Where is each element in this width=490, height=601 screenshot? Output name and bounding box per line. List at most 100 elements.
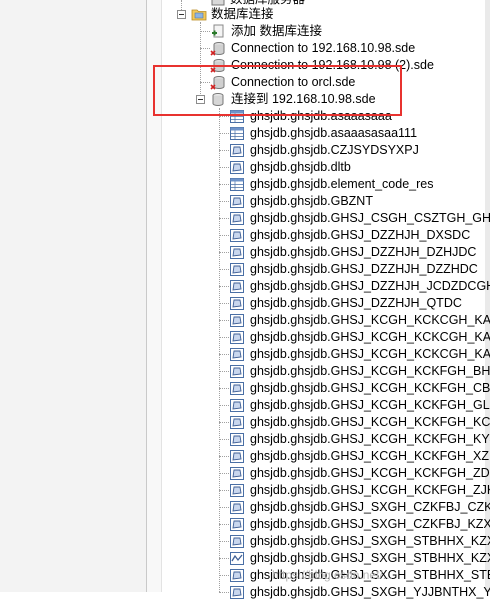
tree-node-label: ghsjdb.ghsjdb.GHSJ_KCGH_KCKFGH_ZDKC [250, 466, 490, 480]
tree-node-label: ghsjdb.ghsjdb.GHSJ_KCGH_KCKFGH_GLKC [250, 398, 490, 412]
tree-connector-line [219, 592, 229, 593]
tree-connector-line [219, 184, 229, 185]
tree-connector-line [219, 201, 229, 202]
polygon-feature-class-icon [230, 484, 244, 497]
tree-node-label: ghsjdb.ghsjdb.GBZNT [250, 194, 373, 208]
tree-node-feature-class[interactable]: ghsjdb.ghsjdb.GHSJ_KCGH_KCKFGH_KYJJQ [210, 431, 490, 448]
disconnected-db-icon [210, 42, 225, 56]
polygon-feature-class-icon [230, 314, 244, 327]
tree-node-feature-class[interactable]: ghsjdb.ghsjdb.GHSJ_SXGH_STBHHX_KZX_ [210, 550, 490, 567]
tree-node-feature-class[interactable]: ghsjdb.ghsjdb.GHSJ_SXGH_YJJBNTHX_YJJ [210, 584, 490, 601]
polygon-feature-class-icon [230, 399, 244, 412]
tree-node-label: ghsjdb.ghsjdb.GHSJ_KCGH_KCKFGH_KCGH [250, 415, 490, 429]
tree-node-label: ghsjdb.ghsjdb.asaaasasaa111 [250, 126, 418, 140]
tree-node-label: ghsjdb.ghsjdb.dltb [250, 160, 351, 174]
polygon-feature-class-icon [230, 569, 244, 582]
tree-node-feature-class[interactable]: ghsjdb.ghsjdb.GHSJ_SXGH_STBHHX_KZX_ [210, 533, 490, 550]
tree-node-feature-class[interactable]: ghsjdb.ghsjdb.GHSJ_KCGH_KCKFGH_ZJKC [210, 482, 490, 499]
tree-connector-line [219, 269, 229, 270]
tree-node-label: ghsjdb.ghsjdb.GHSJ_KCGH_KCKFGH_CBQ [250, 381, 490, 395]
tree-node-feature-class[interactable]: ghsjdb.ghsjdb.GHSJ_KCGH_KCKCGH_KAN [210, 346, 490, 363]
tree-node-feature-class[interactable]: ghsjdb.ghsjdb.GHSJ_KCGH_KCKFGH_ZDKC [210, 465, 490, 482]
tree-node-label: Connection to 192.168.10.98.sde [231, 41, 416, 55]
tree-connector-line [219, 150, 229, 151]
table-icon [230, 127, 244, 140]
tree-node-feature-class[interactable]: ghsjdb.ghsjdb.GHSJ_DZZHJH_DZHJDC [210, 244, 490, 261]
tree-connector-line [200, 31, 210, 32]
tree-node-feature-class[interactable]: ghsjdb.ghsjdb.GHSJ_DZZHJH_QTDC [210, 295, 490, 312]
tree-node-feature-class[interactable]: ghsjdb.ghsjdb.asaaasasaa111 [210, 125, 490, 142]
polygon-feature-class-icon [230, 263, 244, 276]
tree-connector-line [219, 490, 229, 491]
tree-node-feature-class[interactable]: ghsjdb.ghsjdb.element_code_res [210, 176, 490, 193]
tree-node-feature-class[interactable]: ghsjdb.ghsjdb.GHSJ_CSGH_CSZTGH_GHQ [210, 210, 490, 227]
tree-connector-line [219, 337, 229, 338]
tree-connector-line [219, 235, 229, 236]
polygon-feature-class-icon [230, 501, 244, 514]
tree-connector-line [219, 422, 229, 423]
tree-connector-line [219, 558, 229, 559]
polygon-feature-class-icon [230, 161, 244, 174]
tree-node-feature-class[interactable]: ghsjdb.ghsjdb.GHSJ_KCGH_KCKCGH_KAN [210, 312, 490, 329]
tree-node-label: ghsjdb.ghsjdb.GHSJ_CSGH_CSZTGH_GHQ [250, 211, 490, 225]
tree-node-label: ghsjdb.ghsjdb.GHSJ_KCGH_KCKCGH_KAN [250, 347, 490, 361]
tree-node-feature-class[interactable]: ghsjdb.ghsjdb.GHSJ_KCGH_KCKFGH_KCGH [210, 414, 490, 431]
tree-node-feature-class[interactable]: ghsjdb.ghsjdb.CZJSYDSYXPJ [210, 142, 490, 159]
tree-node-label: ghsjdb.ghsjdb.GHSJ_KCGH_KCKCGH_KAN [250, 313, 490, 327]
polygon-feature-class-icon [230, 212, 244, 225]
polygon-feature-class-icon [230, 467, 244, 480]
tree-node-label: 数据库连接 [211, 7, 274, 21]
folder-icon [191, 9, 207, 21]
tree-connector-line [219, 167, 229, 168]
tree-connector-line [219, 507, 229, 508]
tree-connector-line [219, 320, 229, 321]
tree-node-label: ghsjdb.ghsjdb.GHSJ_KCGH_KCKFGH_KYJJQ [250, 432, 490, 446]
collapse-toggle[interactable] [177, 10, 186, 19]
polygon-feature-class-icon [230, 195, 244, 208]
tree-node-connection[interactable]: Connection to 192.168.10.98.sde [191, 40, 451, 57]
tree-node-db-connections-folder[interactable]: 数据库连接 [172, 6, 372, 23]
tree-connector-line [219, 252, 229, 253]
polygon-feature-class-icon [230, 382, 244, 395]
tree-node-label: ghsjdb.ghsjdb.GHSJ_KCGH_KCKFGH_BHQ [250, 364, 490, 378]
polygon-feature-class-icon [230, 229, 244, 242]
tree-connector-line [219, 218, 229, 219]
tree-node-feature-class[interactable]: ghsjdb.ghsjdb.GHSJ_DZZHJH_JCDZDCGHC [210, 278, 490, 295]
tree-connector-line [200, 48, 210, 49]
table-icon [230, 178, 244, 191]
polygon-feature-class-icon [230, 586, 244, 599]
tree-connector-line [219, 303, 229, 304]
tree-node-label: ghsjdb.ghsjdb.GHSJ_DZZHJH_DXSDC [250, 228, 471, 242]
tree-node-label: ghsjdb.ghsjdb.GHSJ_SXGH_CZKFBJ_CZKFB [250, 500, 490, 514]
polygon-feature-class-icon [230, 535, 244, 548]
tree-node-feature-class[interactable]: ghsjdb.ghsjdb.GBZNT [210, 193, 490, 210]
polygon-feature-class-icon [230, 365, 244, 378]
tree-node-feature-class[interactable]: ghsjdb.ghsjdb.GHSJ_KCGH_KCKFGH_CBQ [210, 380, 490, 397]
polygon-feature-class-icon [230, 144, 244, 157]
tree-node-feature-class[interactable]: ghsjdb.ghsjdb.GHSJ_SXGH_CZKFBJ_CZKFB [210, 499, 490, 516]
tree-node-feature-class[interactable]: ghsjdb.ghsjdb.GHSJ_KCGH_KCKFGH_XZKC [210, 448, 490, 465]
tree-node-feature-class[interactable]: ghsjdb.ghsjdb.GHSJ_DZZHJH_DXSDC [210, 227, 490, 244]
tree-node-feature-class[interactable]: ghsjdb.ghsjdb.GHSJ_DZZHJH_DZZHDC [210, 261, 490, 278]
tree-connector-line [219, 541, 229, 542]
tree-node-label: ghsjdb.ghsjdb.GHSJ_SXGH_STBHHX_KZX_ [250, 534, 490, 548]
add-connection-icon [212, 24, 224, 38]
tree-connector-line [219, 133, 229, 134]
tree-node-feature-class[interactable]: ghsjdb.ghsjdb.GHSJ_SXGH_CZKFBJ_KZX_C [210, 516, 490, 533]
tree-connector-line [219, 575, 229, 576]
tree-node-label: ghsjdb.ghsjdb.GHSJ_DZZHJH_DZZHDC [250, 262, 478, 276]
tree-connector-line [219, 388, 229, 389]
tree-node-feature-class[interactable]: ghsjdb.ghsjdb.GHSJ_KCGH_KCKFGH_GLKC [210, 397, 490, 414]
polygon-feature-class-icon [230, 331, 244, 344]
tree-node-label: ghsjdb.ghsjdb.GHSJ_DZZHJH_DZHJDC [250, 245, 477, 259]
polygon-feature-class-icon [230, 348, 244, 361]
tree-node-feature-class[interactable]: ghsjdb.ghsjdb.GHSJ_KCGH_KCKCGH_KAN [210, 329, 490, 346]
tree-node-label: ghsjdb.ghsjdb.GHSJ_KCGH_KCKFGH_XZKC [250, 449, 490, 463]
tree-connector-line [219, 371, 229, 372]
tree-node-feature-class[interactable]: ghsjdb.ghsjdb.GHSJ_KCGH_KCKFGH_BHQ [210, 363, 490, 380]
tree-node-feature-class[interactable]: ghsjdb.ghsjdb.dltb [210, 159, 490, 176]
tree-connector-line [219, 473, 229, 474]
tree-node-add-connection[interactable]: 添加 数据库连接 [191, 23, 431, 40]
tree-node-label: ghsjdb.ghsjdb.GHSJ_DZZHJH_QTDC [250, 296, 462, 310]
polygon-feature-class-icon [230, 433, 244, 446]
